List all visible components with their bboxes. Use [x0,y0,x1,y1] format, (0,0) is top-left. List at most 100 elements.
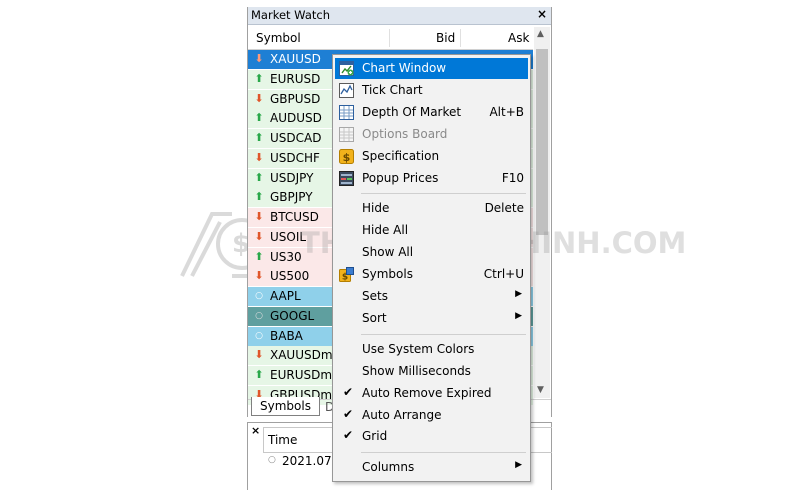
arrow-down-icon: ⬇ [254,229,264,243]
menu-item-label: Show Milliseconds [362,363,471,378]
menu-item-label: Columns [362,460,415,475]
symbol-name: AUDUSD [270,111,322,126]
menu-item-show-milliseconds[interactable]: Show Milliseconds [335,361,528,382]
context-menu: Chart Window Tick Chart Depth Of Market Alt… [332,54,531,482]
arrow-down-icon: ⬇ [254,348,264,362]
menu-item-tick-chart[interactable]: Tick Chart [335,80,528,101]
symbol-name: BABA [270,328,303,343]
symbol-name: GOOGL [270,308,315,323]
scroll-up-icon[interactable]: ▲ [537,29,544,39]
tick-chart-icon [339,82,354,98]
menu-item-show-all[interactable]: Show All [335,242,528,263]
arrow-up-icon: ⬆ [254,170,264,184]
menu-item-sort[interactable]: Sort ▶ [335,308,528,329]
menu-item-label: Options Board [362,126,448,141]
menu-item-label: Auto Remove Expired [362,385,492,400]
menu-item-options-board: Options Board [335,124,528,145]
menu-item-hide-all[interactable]: Hide All [335,220,528,241]
scroll-down-icon[interactable]: ▼ [537,385,544,395]
menu-item-sets[interactable]: Sets ▶ [335,286,528,307]
scrollbar-thumb[interactable] [536,49,548,235]
options-board-icon [339,126,354,142]
arrow-up-icon: ⬆ [254,131,264,144]
menu-item-auto-remove-expired[interactable]: ✔ Auto Remove Expired [335,383,528,404]
menu-item-grid[interactable]: ✔ Grid [335,426,528,447]
circle-icon: ○ [255,310,263,321]
menu-item-label: Tick Chart [362,82,423,97]
symbol-name: AAPL [270,289,301,303]
menu-item-chart-window[interactable]: Chart Window [335,58,528,79]
menu-item-label: Popup Prices [362,170,439,185]
submenu-arrow-icon: ▶ [515,310,522,321]
symbol-name: EURUSD [270,71,321,86]
market-watch-title: Market Watch [251,8,330,22]
menu-item-auto-arrange[interactable]: ✔ Auto Arrange [335,405,528,426]
arrow-down-icon: ⬇ [254,150,264,164]
symbol-name: XAUUSDm [270,348,333,363]
check-icon: ✔ [343,406,354,421]
arrow-down-icon: ⬇ [254,52,264,65]
column-header-time[interactable]: Time [268,433,297,447]
specification-icon: $ [339,148,354,164]
menu-item-depth-of-market[interactable]: Depth Of Market Alt+B [335,102,528,123]
menu-separator [361,193,526,195]
symbol-name: GBPJPY [270,190,313,205]
menu-item-label: Depth Of Market [362,104,462,119]
menu-item-hide[interactable]: Hide Delete [335,198,528,219]
menu-item-label: Show All [362,245,414,260]
check-icon: ✔ [343,428,354,443]
tab-symbols[interactable]: Symbols [251,397,320,416]
arrow-up-icon: ⬆ [254,249,264,263]
symbol-name: GBPUSD [270,91,321,106]
column-header-symbol[interactable]: Symbol [256,31,301,45]
symbol-name: USDJPY [270,170,314,185]
vertical-scrollbar[interactable]: ▲ ▼ [534,27,550,398]
menu-item-shortcut: Alt+B [489,104,524,119]
menu-item-columns[interactable]: Columns ▶ [335,457,528,478]
menu-item-shortcut: Delete [484,201,524,216]
menu-separator [361,333,526,335]
menu-item-symbols[interactable]: $ Symbols Ctrl+U [335,264,528,285]
menu-item-label: Specification [362,148,440,163]
symbol-name: USDCHF [270,150,320,165]
symbols-icon: $ [339,267,354,283]
menu-item-shortcut: F10 [501,170,524,185]
symbol-name: XAUUSD [270,52,321,66]
column-header-ask[interactable]: Ask [508,31,529,45]
arrow-down-icon: ⬇ [254,91,264,105]
menu-item-label: Chart Window [362,61,447,75]
arrow-up-icon: ⬆ [254,71,264,85]
arrow-up-icon: ⬆ [254,111,264,125]
symbol-name: EURUSDm [270,368,333,382]
depth-of-market-icon [339,104,354,120]
column-header-bid[interactable]: Bid [436,31,455,45]
menu-item-label: Hide All [362,223,409,238]
menu-item-label: Sort [362,310,387,325]
check-icon: ✔ [343,384,354,399]
symbol-name: US30 [270,249,302,264]
menu-item-label: Hide [362,201,390,216]
menu-item-label: Auto Arrange [362,407,442,422]
menu-separator [361,452,526,454]
close-icon[interactable]: × [537,7,547,21]
menu-item-use-system-colors[interactable]: Use System Colors [335,339,528,360]
popup-prices-icon [339,170,354,186]
arrow-up-icon: ⬆ [254,190,264,204]
circle-icon: ○ [255,330,263,341]
svg-text:$: $ [343,151,351,164]
circle-icon: ○ [268,455,276,465]
menu-item-specification[interactable]: $ Specification [335,146,528,167]
table-header: Symbol Bid Ask [248,27,533,50]
symbol-name: US500 [270,269,310,284]
menu-item-popup-prices[interactable]: Popup Prices F10 [335,168,528,189]
column-divider [389,29,390,47]
menu-item-label: Sets [362,289,388,303]
circle-icon: ○ [255,291,263,301]
close-icon[interactable]: × [251,424,260,437]
submenu-arrow-icon: ▶ [515,289,522,299]
menu-item-label: Grid [362,429,388,444]
menu-item-label: Symbols [362,267,413,282]
submenu-arrow-icon: ▶ [515,460,522,471]
arrow-up-icon: ⬆ [254,368,264,381]
column-divider [460,29,461,47]
